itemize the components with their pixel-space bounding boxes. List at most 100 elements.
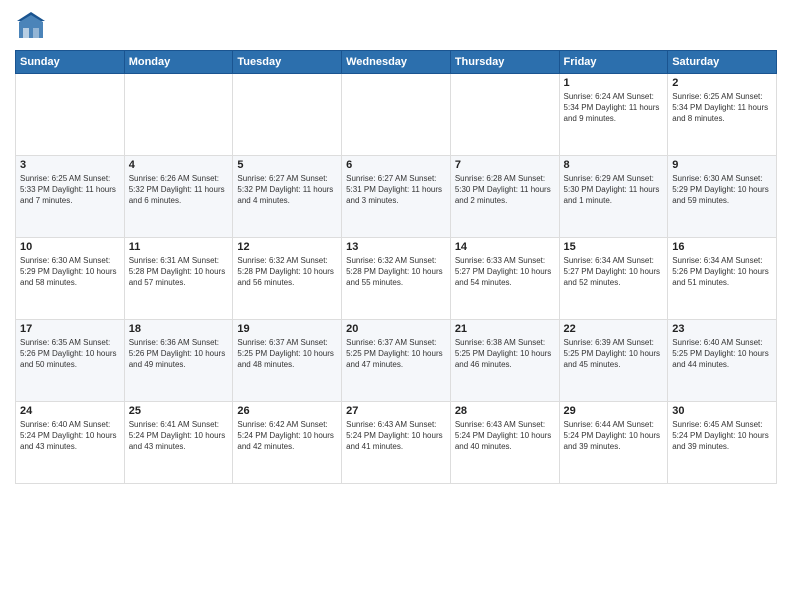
day-number: 9 bbox=[672, 159, 772, 171]
day-info: Sunrise: 6:37 AM Sunset: 5:25 PM Dayligh… bbox=[237, 337, 337, 371]
day-info: Sunrise: 6:28 AM Sunset: 5:30 PM Dayligh… bbox=[455, 173, 555, 207]
weekday-header-thursday: Thursday bbox=[450, 51, 559, 74]
day-info: Sunrise: 6:27 AM Sunset: 5:31 PM Dayligh… bbox=[346, 173, 446, 207]
day-info: Sunrise: 6:34 AM Sunset: 5:26 PM Dayligh… bbox=[672, 255, 772, 289]
day-number: 26 bbox=[237, 405, 337, 417]
day-number: 25 bbox=[129, 405, 229, 417]
day-info: Sunrise: 6:24 AM Sunset: 5:34 PM Dayligh… bbox=[564, 91, 664, 125]
day-number: 14 bbox=[455, 241, 555, 253]
calendar-cell: 13Sunrise: 6:32 AM Sunset: 5:28 PM Dayli… bbox=[342, 238, 451, 320]
calendar-cell: 5 Sunrise: 6:27 AM Sunset: 5:32 PM Daylig… bbox=[233, 156, 342, 238]
header bbox=[15, 10, 777, 42]
calendar-cell: 23Sunrise: 6:40 AM Sunset: 5:25 PM Dayli… bbox=[668, 320, 777, 402]
day-number: 8 bbox=[564, 159, 664, 171]
weekday-header-friday: Friday bbox=[559, 51, 668, 74]
day-info: Sunrise: 6:40 AM Sunset: 5:24 PM Dayligh… bbox=[20, 419, 120, 453]
calendar-cell: 26 Sunrise: 6:42 AM Sunset: 5:24 PM Dayli… bbox=[233, 402, 342, 484]
calendar-cell: 14 Sunrise: 6:33 AM Sunset: 5:27 PM Dayli… bbox=[450, 238, 559, 320]
calendar-week-row: 10 Sunrise: 6:30 AM Sunset: 5:29 PM Dayli… bbox=[16, 238, 777, 320]
calendar-cell: 10 Sunrise: 6:30 AM Sunset: 5:29 PM Dayli… bbox=[16, 238, 125, 320]
calendar-cell: 17Sunrise: 6:35 AM Sunset: 5:26 PM Dayli… bbox=[16, 320, 125, 402]
calendar-cell: 28 Sunrise: 6:43 AM Sunset: 5:24 PM Dayli… bbox=[450, 402, 559, 484]
calendar-cell: 2 Sunrise: 6:25 AM Sunset: 5:34 PM Daylig… bbox=[668, 74, 777, 156]
day-number: 22 bbox=[564, 323, 664, 335]
day-number: 13 bbox=[346, 241, 446, 253]
day-info: Sunrise: 6:26 AM Sunset: 5:32 PM Dayligh… bbox=[129, 173, 229, 207]
calendar-cell: 18 Sunrise: 6:36 AM Sunset: 5:26 PM Dayli… bbox=[124, 320, 233, 402]
logo-icon bbox=[15, 10, 47, 42]
day-info: Sunrise: 6:43 AM Sunset: 5:24 PM Dayligh… bbox=[455, 419, 555, 453]
calendar-cell: 4 Sunrise: 6:26 AM Sunset: 5:32 PM Daylig… bbox=[124, 156, 233, 238]
calendar-cell: 16 Sunrise: 6:34 AM Sunset: 5:26 PM Dayli… bbox=[668, 238, 777, 320]
calendar-cell: 20 Sunrise: 6:37 AM Sunset: 5:25 PM Dayli… bbox=[342, 320, 451, 402]
calendar-table: SundayMondayTuesdayWednesdayThursdayFrid… bbox=[15, 50, 777, 484]
day-number: 20 bbox=[346, 323, 446, 335]
day-number: 1 bbox=[564, 77, 664, 89]
day-info: Sunrise: 6:43 AM Sunset: 5:24 PM Dayligh… bbox=[346, 419, 446, 453]
weekday-header-row: SundayMondayTuesdayWednesdayThursdayFrid… bbox=[16, 51, 777, 74]
day-info: Sunrise: 6:30 AM Sunset: 5:29 PM Dayligh… bbox=[672, 173, 772, 207]
day-info: Sunrise: 6:25 AM Sunset: 5:33 PM Dayligh… bbox=[20, 173, 120, 207]
day-number: 11 bbox=[129, 241, 229, 253]
day-number: 16 bbox=[672, 241, 772, 253]
calendar-cell: 1 Sunrise: 6:24 AM Sunset: 5:34 PM Daylig… bbox=[559, 74, 668, 156]
calendar-cell bbox=[233, 74, 342, 156]
day-info: Sunrise: 6:25 AM Sunset: 5:34 PM Dayligh… bbox=[672, 91, 772, 125]
day-number: 10 bbox=[20, 241, 120, 253]
day-info: Sunrise: 6:42 AM Sunset: 5:24 PM Dayligh… bbox=[237, 419, 337, 453]
day-number: 15 bbox=[564, 241, 664, 253]
calendar-cell: 6 Sunrise: 6:27 AM Sunset: 5:31 PM Daylig… bbox=[342, 156, 451, 238]
weekday-header-monday: Monday bbox=[124, 51, 233, 74]
calendar-cell bbox=[450, 74, 559, 156]
day-info: Sunrise: 6:44 AM Sunset: 5:24 PM Dayligh… bbox=[564, 419, 664, 453]
day-number: 6 bbox=[346, 159, 446, 171]
day-info: Sunrise: 6:40 AM Sunset: 5:25 PM Dayligh… bbox=[672, 337, 772, 371]
calendar-cell: 19 Sunrise: 6:37 AM Sunset: 5:25 PM Dayli… bbox=[233, 320, 342, 402]
day-info: Sunrise: 6:41 AM Sunset: 5:24 PM Dayligh… bbox=[129, 419, 229, 453]
day-info: Sunrise: 6:30 AM Sunset: 5:29 PM Dayligh… bbox=[20, 255, 120, 289]
day-number: 18 bbox=[129, 323, 229, 335]
day-number: 24 bbox=[20, 405, 120, 417]
weekday-header-tuesday: Tuesday bbox=[233, 51, 342, 74]
calendar-cell: 22 Sunrise: 6:39 AM Sunset: 5:25 PM Dayli… bbox=[559, 320, 668, 402]
day-info: Sunrise: 6:27 AM Sunset: 5:32 PM Dayligh… bbox=[237, 173, 337, 207]
calendar-week-row: 17Sunrise: 6:35 AM Sunset: 5:26 PM Dayli… bbox=[16, 320, 777, 402]
day-info: Sunrise: 6:37 AM Sunset: 5:25 PM Dayligh… bbox=[346, 337, 446, 371]
calendar-cell: 27Sunrise: 6:43 AM Sunset: 5:24 PM Dayli… bbox=[342, 402, 451, 484]
day-info: Sunrise: 6:36 AM Sunset: 5:26 PM Dayligh… bbox=[129, 337, 229, 371]
day-number: 12 bbox=[237, 241, 337, 253]
day-number: 19 bbox=[237, 323, 337, 335]
calendar-cell: 25 Sunrise: 6:41 AM Sunset: 5:24 PM Dayli… bbox=[124, 402, 233, 484]
day-info: Sunrise: 6:39 AM Sunset: 5:25 PM Dayligh… bbox=[564, 337, 664, 371]
calendar-cell: 21Sunrise: 6:38 AM Sunset: 5:25 PM Dayli… bbox=[450, 320, 559, 402]
weekday-header-saturday: Saturday bbox=[668, 51, 777, 74]
day-info: Sunrise: 6:34 AM Sunset: 5:27 PM Dayligh… bbox=[564, 255, 664, 289]
calendar-cell: 29 Sunrise: 6:44 AM Sunset: 5:24 PM Dayli… bbox=[559, 402, 668, 484]
day-number: 4 bbox=[129, 159, 229, 171]
calendar-cell: 15 Sunrise: 6:34 AM Sunset: 5:27 PM Dayli… bbox=[559, 238, 668, 320]
weekday-header-wednesday: Wednesday bbox=[342, 51, 451, 74]
day-info: Sunrise: 6:32 AM Sunset: 5:28 PM Dayligh… bbox=[237, 255, 337, 289]
calendar-cell: 3 Sunrise: 6:25 AM Sunset: 5:33 PM Daylig… bbox=[16, 156, 125, 238]
day-number: 30 bbox=[672, 405, 772, 417]
day-number: 28 bbox=[455, 405, 555, 417]
day-info: Sunrise: 6:33 AM Sunset: 5:27 PM Dayligh… bbox=[455, 255, 555, 289]
calendar-cell: 30Sunrise: 6:45 AM Sunset: 5:24 PM Dayli… bbox=[668, 402, 777, 484]
calendar-cell: 24 Sunrise: 6:40 AM Sunset: 5:24 PM Dayli… bbox=[16, 402, 125, 484]
calendar-cell: 12 Sunrise: 6:32 AM Sunset: 5:28 PM Dayli… bbox=[233, 238, 342, 320]
calendar-week-row: 3 Sunrise: 6:25 AM Sunset: 5:33 PM Daylig… bbox=[16, 156, 777, 238]
calendar-cell: 8 Sunrise: 6:29 AM Sunset: 5:30 PM Daylig… bbox=[559, 156, 668, 238]
day-number: 7 bbox=[455, 159, 555, 171]
day-number: 29 bbox=[564, 405, 664, 417]
calendar-cell: 11 Sunrise: 6:31 AM Sunset: 5:28 PM Dayli… bbox=[124, 238, 233, 320]
day-number: 5 bbox=[237, 159, 337, 171]
calendar-container: SundayMondayTuesdayWednesdayThursdayFrid… bbox=[0, 0, 792, 489]
day-info: Sunrise: 6:35 AM Sunset: 5:26 PM Dayligh… bbox=[20, 337, 120, 371]
day-number: 3 bbox=[20, 159, 120, 171]
day-info: Sunrise: 6:29 AM Sunset: 5:30 PM Dayligh… bbox=[564, 173, 664, 207]
day-number: 2 bbox=[672, 77, 772, 89]
day-number: 21 bbox=[455, 323, 555, 335]
calendar-cell bbox=[124, 74, 233, 156]
day-info: Sunrise: 6:31 AM Sunset: 5:28 PM Dayligh… bbox=[129, 255, 229, 289]
calendar-cell: 9 Sunrise: 6:30 AM Sunset: 5:29 PM Daylig… bbox=[668, 156, 777, 238]
